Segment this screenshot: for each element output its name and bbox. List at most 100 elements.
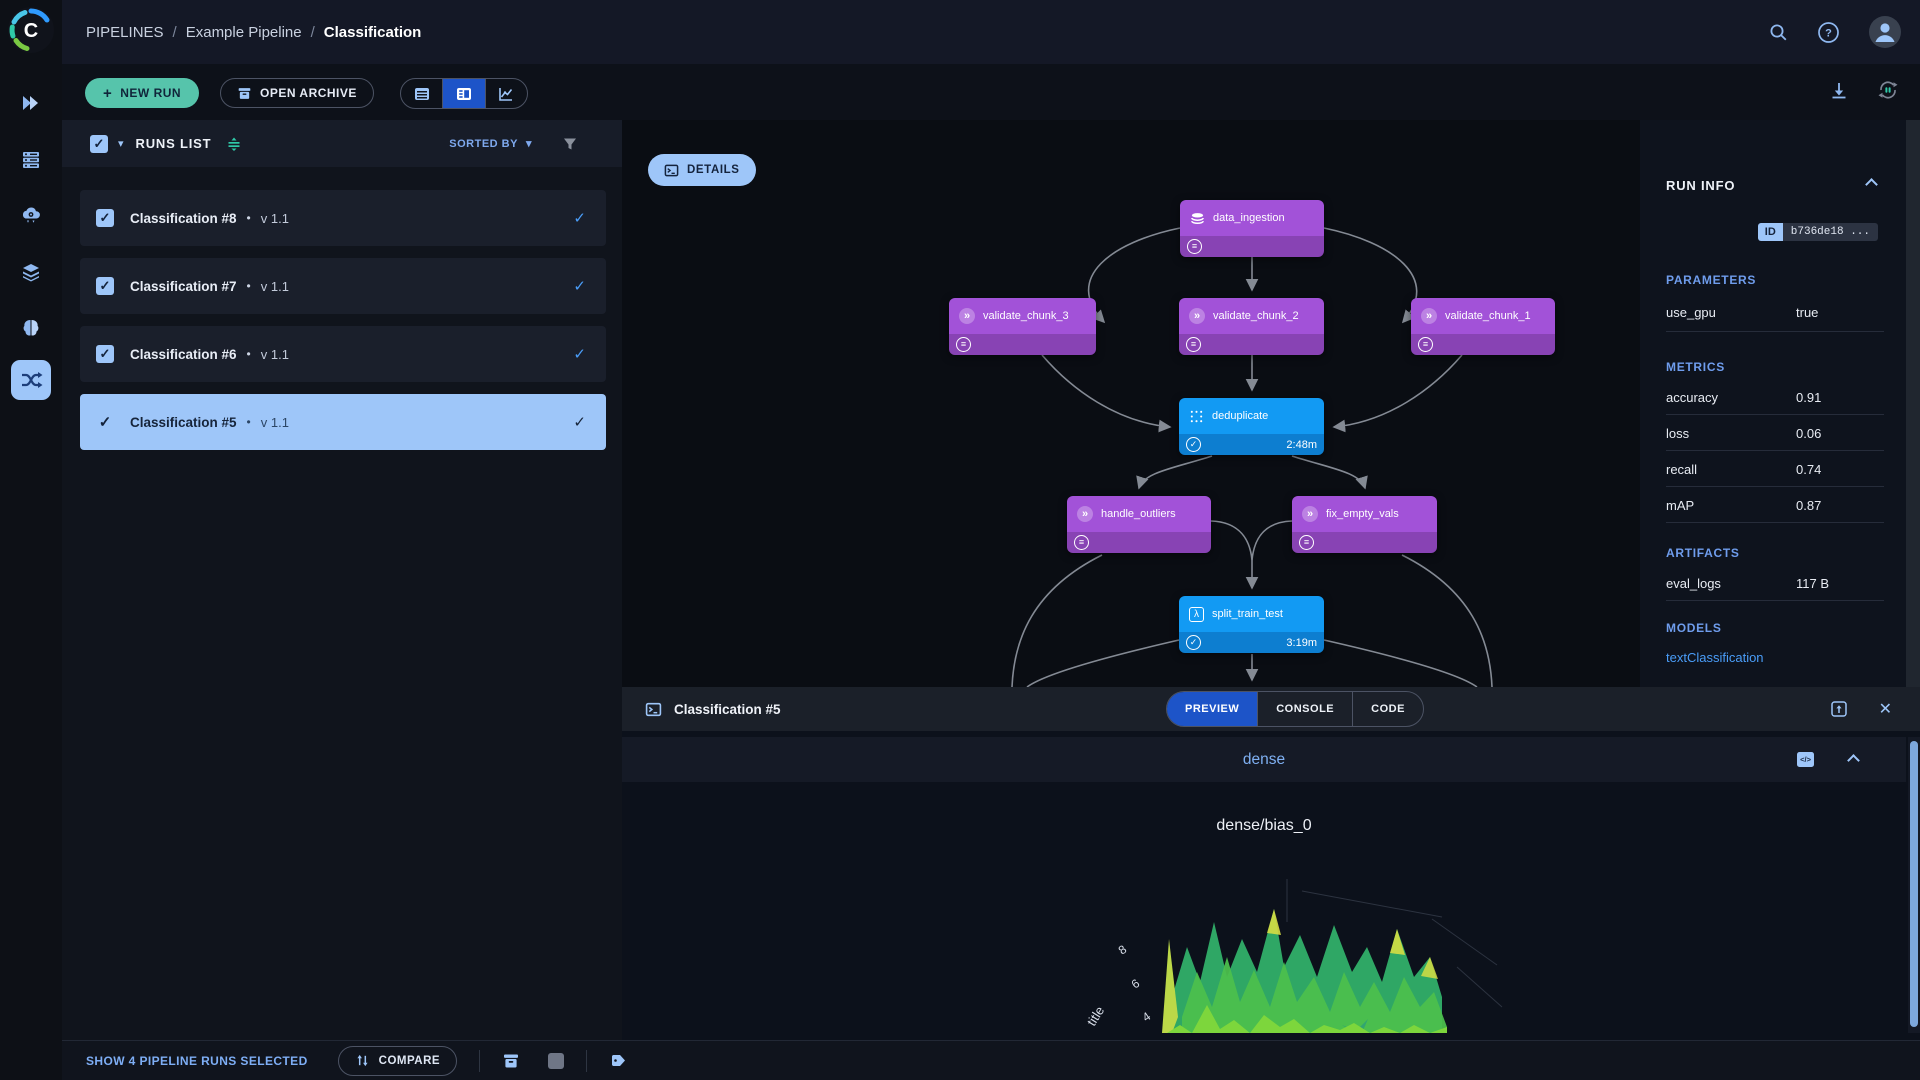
run-checkbox[interactable]: ✓: [96, 413, 114, 431]
plus-icon: +: [103, 85, 112, 102]
selection-caret-icon[interactable]: ▾: [118, 137, 124, 150]
run-row-classification-6[interactable]: ✓ Classification #6 • v 1.1 ✓: [80, 326, 606, 382]
queue-menu-icon: ≡: [1074, 535, 1089, 550]
metric-value: 0.74: [1796, 462, 1821, 477]
node-label: validate_chunk_3: [983, 310, 1069, 322]
expand-panel-icon[interactable]: [1829, 699, 1849, 719]
dataset-stack-icon: [1190, 211, 1205, 226]
run-name: Classification #7: [130, 279, 237, 294]
run-checkbox[interactable]: ✓: [96, 277, 114, 295]
open-archive-label: OPEN ARCHIVE: [260, 86, 357, 100]
tag-icon[interactable]: [609, 1051, 628, 1070]
artifact-value: 117 B: [1796, 576, 1829, 591]
compare-label: COMPARE: [379, 1055, 440, 1067]
breadcrumb-example-pipeline[interactable]: Example Pipeline: [186, 24, 302, 41]
tab-code[interactable]: CODE: [1352, 692, 1423, 726]
completed-check-icon: ✓: [1186, 437, 1201, 452]
chart-title: dense/bias_0: [622, 817, 1906, 835]
lambda-icon: λ: [1189, 607, 1204, 622]
auto-refresh-icon[interactable]: [1876, 78, 1900, 102]
pipeline-dag-canvas[interactable]: DETAILS: [622, 120, 1640, 687]
run-row-classification-7[interactable]: ✓ Classification #7 • v 1.1 ✓: [80, 258, 606, 314]
cloud-gear-icon[interactable]: [20, 204, 42, 226]
details-button[interactable]: DETAILS: [648, 154, 756, 186]
app-root: C: [0, 0, 1920, 1080]
chart-view-icon: [497, 85, 515, 103]
abort-icon[interactable]: [548, 1053, 564, 1069]
run-version: v 1.1: [261, 347, 289, 362]
dag-edges: [622, 120, 1640, 687]
tab-console[interactable]: CONSOLE: [1257, 692, 1352, 726]
divider: [1666, 486, 1884, 487]
code-badge-icon[interactable]: </>: [1797, 752, 1814, 767]
toolbar: + NEW RUN OPEN ARCHIVE: [62, 64, 1920, 120]
chart-view-toggle[interactable]: [485, 79, 527, 108]
run-version: v 1.1: [261, 415, 289, 430]
selection-summary-link[interactable]: SHOW 4 PIPELINE RUNS SELECTED: [86, 1054, 308, 1068]
dag-node-split-train-test[interactable]: λ split_train_test ✓ 3:19m: [1179, 596, 1324, 653]
logo-letter: C: [24, 20, 38, 42]
queue-menu-icon: ≡: [1186, 337, 1201, 352]
run-row-classification-5-selected[interactable]: ✓ Classification #5 • v 1.1 ✓: [80, 394, 606, 450]
divider: [479, 1050, 480, 1072]
server-icon[interactable]: [20, 149, 42, 171]
open-archive-button[interactable]: OPEN ARCHIVE: [220, 78, 374, 108]
metric-key: loss: [1666, 426, 1689, 441]
sorted-by-dropdown[interactable]: SORTED BY ▾: [449, 137, 532, 150]
dag-node-deduplicate[interactable]: deduplicate ✓ 2:48m: [1179, 398, 1324, 455]
brain-icon[interactable]: [20, 317, 42, 339]
run-version: v 1.1: [261, 279, 289, 294]
new-run-button[interactable]: + NEW RUN: [85, 78, 199, 108]
id-label: ID: [1758, 223, 1783, 241]
run-checkbox[interactable]: ✓: [96, 345, 114, 363]
divider: [1666, 600, 1884, 601]
check-icon: ✓: [94, 136, 105, 152]
layers-icon[interactable]: [20, 261, 42, 283]
expand-rows-icon[interactable]: [225, 135, 243, 153]
node-label: deduplicate: [1212, 410, 1268, 422]
table-view-toggle[interactable]: [401, 79, 442, 108]
dag-node-validate-chunk-3[interactable]: » validate_chunk_3 ≡: [949, 298, 1096, 355]
split-view-toggle-active[interactable]: [442, 79, 484, 108]
id-value: b736de18 ...: [1783, 223, 1878, 241]
dag-node-handle-outliers[interactable]: » handle_outliers ≡: [1067, 496, 1211, 553]
preview-scrollbar-track[interactable]: [1908, 737, 1920, 1033]
projects-chevrons-icon[interactable]: [20, 92, 42, 114]
collapse-chevron-icon[interactable]: [1867, 180, 1876, 189]
new-run-label: NEW RUN: [120, 86, 181, 100]
divider: [1666, 450, 1884, 451]
dag-node-data-ingestion[interactable]: data_ingestion ≡: [1180, 200, 1324, 257]
metric-key: accuracy: [1666, 390, 1718, 405]
breadcrumb-separator: /: [311, 24, 315, 41]
clearml-logo[interactable]: C: [7, 6, 55, 54]
user-avatar[interactable]: [1868, 15, 1902, 49]
download-icon[interactable]: [1828, 79, 1850, 101]
dag-node-validate-chunk-2[interactable]: » validate_chunk_2 ≡: [1179, 298, 1324, 355]
run-checkbox[interactable]: ✓: [96, 209, 114, 227]
preview-scrollbar-thumb[interactable]: [1910, 741, 1918, 1027]
compare-button[interactable]: COMPARE: [338, 1046, 457, 1076]
details-label: DETAILS: [687, 164, 740, 176]
dense-section-bar[interactable]: dense </>: [622, 737, 1906, 782]
archive-action-icon[interactable]: [502, 1052, 520, 1070]
filter-funnel-icon[interactable]: [562, 136, 578, 152]
model-link[interactable]: textClassification: [1666, 650, 1764, 665]
dag-node-fix-empty-vals[interactable]: » fix_empty_vals ≡: [1292, 496, 1437, 553]
dag-node-validate-chunk-1[interactable]: » validate_chunk_1 ≡: [1411, 298, 1555, 355]
select-all-checkbox[interactable]: ✓: [90, 135, 108, 153]
compare-arrows-icon: [355, 1053, 370, 1068]
run-id-badge[interactable]: ID b736de18 ...: [1758, 223, 1878, 241]
help-icon[interactable]: ?: [1817, 21, 1840, 44]
collapse-section-chevron-icon[interactable]: [1849, 756, 1858, 765]
bullet-icon: •: [247, 415, 251, 429]
pipelines-icon-selected[interactable]: [11, 360, 51, 400]
breadcrumb-pipelines[interactable]: PIPELINES: [86, 24, 164, 41]
breadcrumb-classification[interactable]: Classification: [324, 24, 422, 41]
node-label: handle_outliers: [1101, 508, 1176, 520]
search-icon[interactable]: [1768, 22, 1789, 43]
close-panel-icon[interactable]: ✕: [1879, 699, 1892, 719]
run-info-scrollbar-track[interactable]: [1906, 120, 1920, 687]
run-status-check-icon: ✓: [573, 209, 586, 227]
tab-preview[interactable]: PREVIEW: [1167, 692, 1257, 726]
run-row-classification-8[interactable]: ✓ Classification #8 • v 1.1 ✓: [80, 190, 606, 246]
